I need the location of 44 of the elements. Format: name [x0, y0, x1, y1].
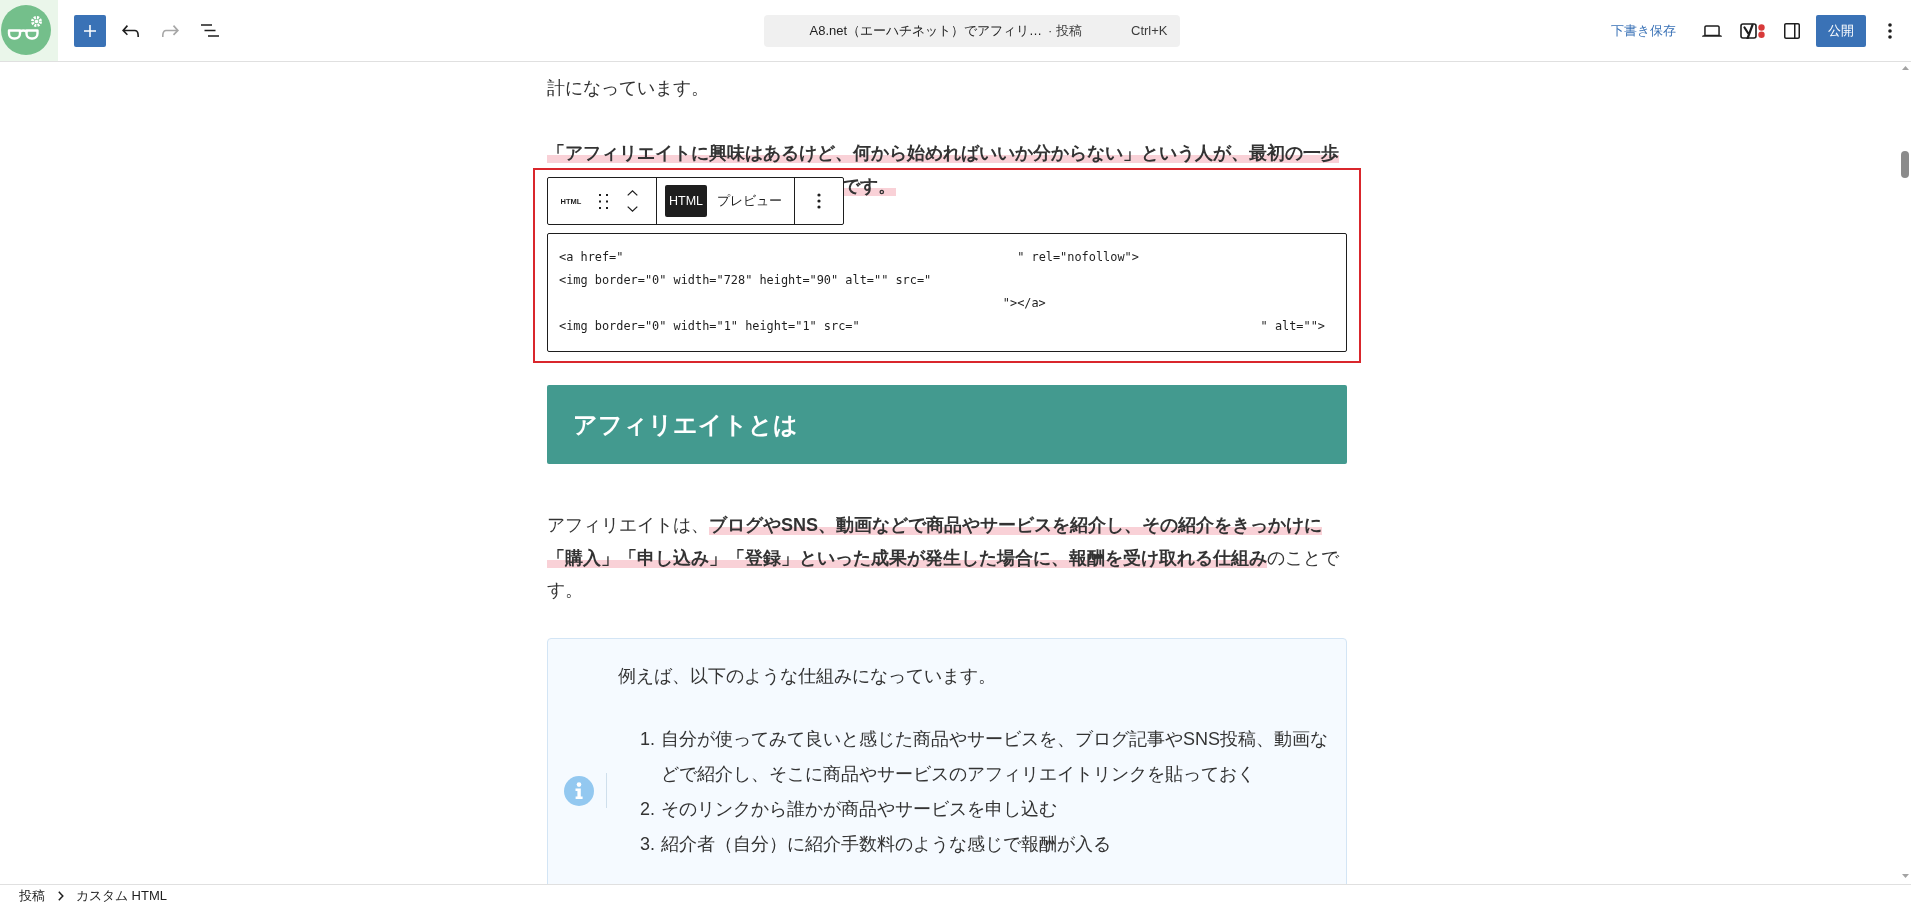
scrollbar-thumb[interactable] [1901, 151, 1909, 178]
list-number: 3. [640, 832, 656, 856]
shortcut-text: Ctrl+K [1131, 23, 1168, 38]
drag-handle-icon[interactable] [599, 193, 608, 209]
command-bar[interactable]: A8.net（エーハチネット）でアフィリ… · 投稿 Ctrl+K [763, 14, 1180, 47]
chevron-right-icon [58, 890, 64, 901]
post-title-text: A8.net（エーハチネット）でアフィリ… [809, 21, 1043, 40]
chevron-down-icon[interactable] [627, 206, 638, 212]
more-icon[interactable] [817, 193, 822, 209]
sidebar-icon[interactable] [1784, 22, 1800, 39]
list-number: 2. [640, 797, 656, 821]
paragraph-text: アフィリエイトは、ブログやSNS、動画などで商品やサービスを紹介し、その紹介をきっかけに「購入」「申し込み」「登録」といった成果が発生した場合に、報酬を受け取れる仕組みのことです。 [547, 514, 1340, 602]
highlighted-text: 「アフィリエイトに興味はあるけど、何から始めればいいか分からない」という人が、最初の一歩 [547, 143, 1339, 163]
section-heading: アフィリエイトとは [547, 385, 1347, 464]
breadcrumb-link[interactable]: 投稿 [19, 886, 45, 905]
code-input-field[interactable]: <a href=" " rel="nofollow"> <img border="0" width="728" height="90" alt="" src=" "></a> <img border="0" width="1" height="1" src=" " alt=""> [547, 233, 1347, 352]
code-text: " rel="nofollow"> [1017, 250, 1139, 264]
info-intro-text: 例えば、以下のような仕組みになっています。 [618, 664, 997, 688]
publish-button[interactable]: 公開 [1816, 14, 1866, 47]
breadcrumb-current: カスタム HTML [76, 886, 167, 905]
mode-tab[interactable]: プレビュー [707, 185, 793, 217]
list-number: 1. [640, 727, 656, 751]
paragraph-text: 計になっています。 [547, 77, 710, 100]
chevron-up-icon[interactable] [627, 190, 638, 196]
code-text: <img border="0" width="1" height="1" src=" [559, 319, 860, 333]
undo-icon[interactable] [121, 24, 139, 37]
post-type-text: · 投稿 [1048, 21, 1083, 40]
more-icon[interactable] [1888, 22, 1892, 39]
code-text: <img border="0" width="728" height="90" alt="" src=" [559, 273, 932, 287]
list-item-text: そのリンクから誰かが商品やサービスを申し込む [661, 797, 1058, 821]
code-text: " alt=""> [1260, 319, 1325, 333]
save-draft-button[interactable]: 下書き保存 [1603, 14, 1684, 47]
highlighted-text: です。 [842, 175, 896, 196]
list-item-text: 自分が使ってみて良いと感じた商品やサービスを、ブログ記事やSNS投稿、動画などで紹介し、そこに商品やサービスのアフィリエイトリンクを貼っておく [661, 727, 1329, 786]
add-block-button[interactable] [74, 14, 106, 47]
code-text: <a href=" [559, 250, 624, 264]
laptop-icon[interactable] [1702, 24, 1722, 37]
plugin-logo-icon[interactable] [1739, 22, 1765, 39]
list-view-icon[interactable] [201, 24, 219, 37]
plus-icon [84, 24, 96, 37]
code-text: "></a> [1002, 296, 1046, 310]
info-icon [564, 775, 594, 806]
list-item-text: 紹介者（自分）に紹介手数料のような感じで報酬が入る [661, 832, 1112, 856]
mode-tab[interactable]: HTML [665, 185, 708, 217]
